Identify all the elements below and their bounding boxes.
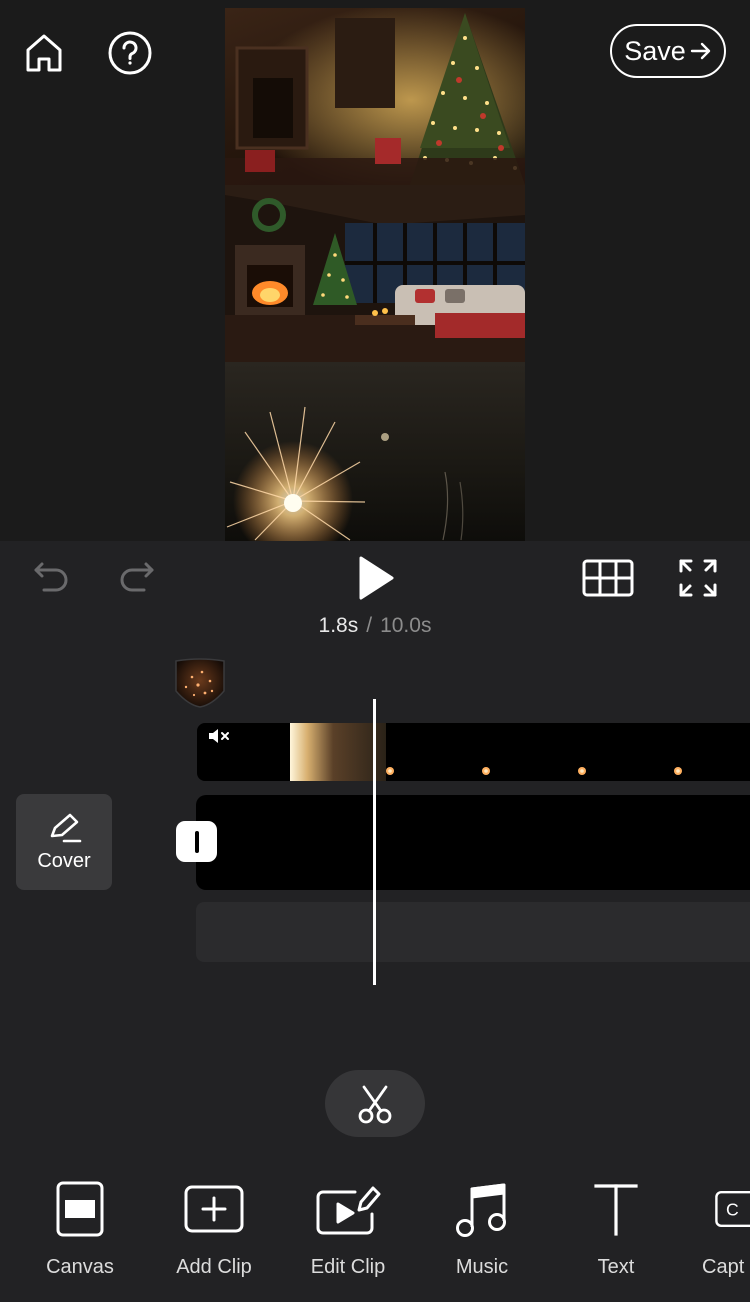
question-circle-icon[interactable] <box>106 29 154 77</box>
toolbar-music[interactable]: Music <box>417 1178 547 1288</box>
toolbar-label: Text <box>597 1256 635 1278</box>
toolbar-label: Add Clip <box>176 1256 252 1278</box>
cover-label: Cover <box>37 849 91 872</box>
split-button[interactable] <box>325 1070 425 1137</box>
text-icon <box>593 1178 639 1240</box>
video-clip-track[interactable] <box>197 723 750 781</box>
current-time: 1.8s <box>318 614 359 637</box>
svg-text:C: C <box>726 1199 739 1219</box>
time-separator: / <box>366 614 373 637</box>
arrow-right-icon <box>690 42 710 60</box>
save-label: Save <box>624 35 686 66</box>
toolbar-label: Edit Clip <box>310 1256 386 1278</box>
mute-icon[interactable] <box>207 726 231 746</box>
christmas-tree-fireplace-photo <box>225 8 525 185</box>
toolbar-captions[interactable]: C Capt <box>702 1178 750 1288</box>
toolbar-label: Music <box>455 1256 509 1278</box>
toolbar-label: Capt <box>702 1256 745 1278</box>
canvas-icon <box>55 1178 105 1240</box>
fullscreen-icon[interactable] <box>674 554 722 602</box>
home-icon[interactable] <box>20 29 68 77</box>
toolbar-edit-clip[interactable]: Edit Clip <box>283 1178 413 1288</box>
playhead[interactable] <box>373 699 376 985</box>
toolbar-canvas[interactable]: Canvas <box>15 1178 145 1288</box>
video-preview <box>225 8 525 541</box>
total-duration: 10.0s <box>380 614 432 637</box>
fireworks-sparkler-clip <box>225 362 525 541</box>
save-button[interactable]: Save <box>610 24 726 78</box>
trim-handle[interactable] <box>176 821 217 862</box>
cover-thumbnail[interactable] <box>172 657 228 709</box>
add-clip-icon <box>184 1178 244 1240</box>
grid-icon[interactable] <box>582 554 634 602</box>
overlay-track[interactable] <box>196 795 750 890</box>
scissors-icon <box>358 1085 392 1123</box>
toolbar-label: Canvas <box>46 1256 114 1278</box>
clip-frame-thumbnail <box>290 723 386 781</box>
music-icon <box>454 1178 510 1240</box>
pencil-icon <box>50 813 82 842</box>
edit-clip-icon <box>315 1178 381 1240</box>
undo-icon[interactable] <box>28 554 76 602</box>
toolbar-text[interactable]: Text <box>551 1178 681 1288</box>
toolbar-add-clip[interactable]: Add Clip <box>149 1178 279 1288</box>
captions-icon: C <box>702 1178 750 1240</box>
play-icon[interactable] <box>351 554 399 602</box>
cozy-living-room-christmas-photo <box>225 185 525 362</box>
audio-track-empty[interactable] <box>196 902 750 962</box>
redo-icon[interactable] <box>112 554 160 602</box>
time-readout: 1.8s / 10.0s <box>0 614 750 638</box>
cover-button[interactable]: Cover <box>16 794 112 890</box>
